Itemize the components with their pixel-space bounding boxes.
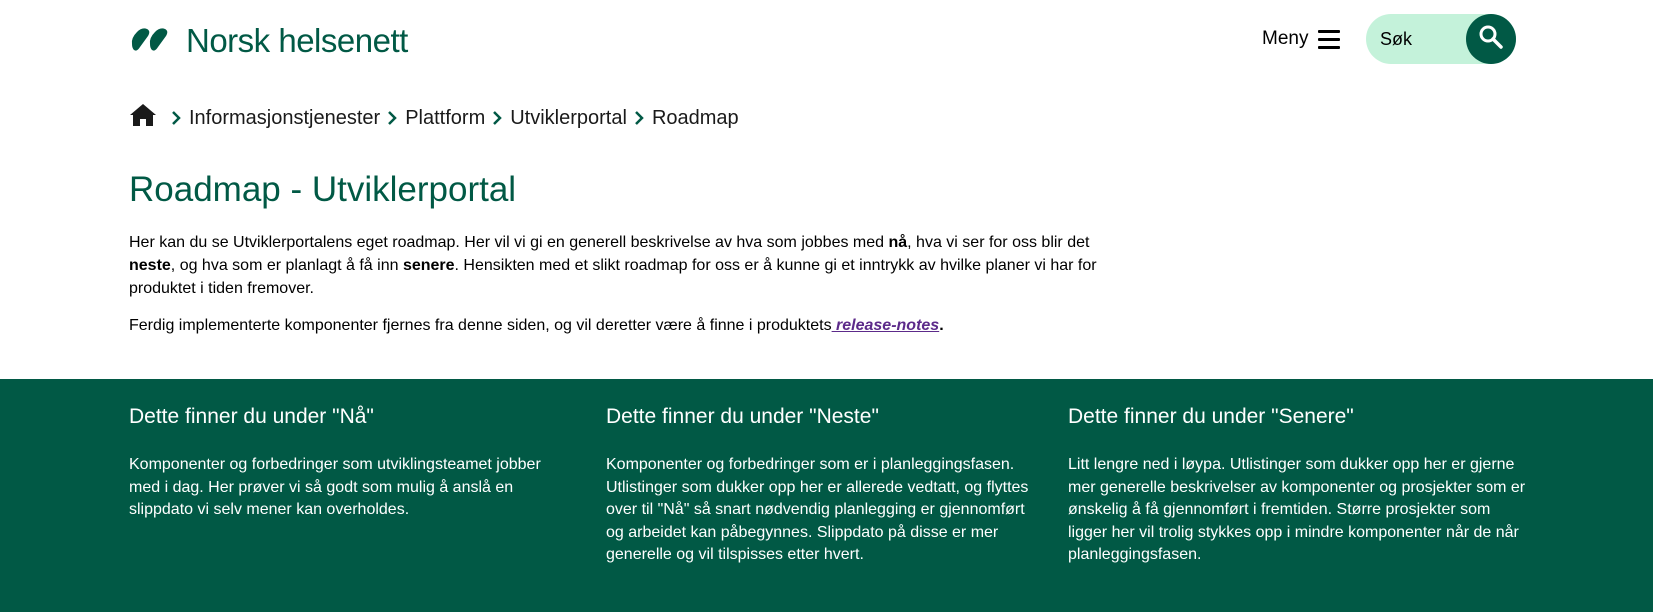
- search-input[interactable]: [1380, 26, 1470, 52]
- breadcrumb-item-informasjonstjenester[interactable]: Informasjonstjenester: [189, 107, 380, 130]
- intro-text-1: Her kan du se Utviklerportalens eget roa…: [129, 234, 889, 251]
- intro-paragraph: Her kan du se Utviklerportalens eget roa…: [129, 231, 1109, 300]
- release-notes-text: Ferdig implementerte komponenter fjernes…: [129, 317, 832, 334]
- legend-title-senere: Dette finner du under "Senere": [1068, 405, 1354, 428]
- intro-bold-senere: senere: [402, 257, 455, 274]
- logo-icon: [129, 26, 174, 54]
- search-box: [1366, 14, 1516, 64]
- legend-text-neste: Komponenter og forbedringer som er i pla…: [606, 456, 1029, 563]
- site-header: Norsk helsenett Meny: [0, 0, 1653, 80]
- release-notes-link[interactable]: release-notes: [832, 317, 939, 334]
- logo-text: Norsk helsenett: [186, 21, 408, 59]
- menu-label: Meny: [1262, 28, 1309, 49]
- roadmap-legend-section: Dette finner du under "Nå" Komponenter o…: [0, 379, 1653, 612]
- chevron-right-icon: [387, 110, 397, 126]
- intro-bold-na: nå: [888, 234, 908, 251]
- breadcrumb-home[interactable]: [129, 103, 157, 133]
- home-icon: [129, 103, 157, 133]
- search-button[interactable]: [1466, 14, 1516, 64]
- legend-title-na: Dette finner du under "Nå": [129, 405, 374, 428]
- page-title: Roadmap - Utviklerportal: [129, 170, 517, 209]
- breadcrumb: Informasjonstjenester Plattform Utvikler…: [129, 104, 739, 132]
- release-notes-period: .: [939, 317, 944, 334]
- intro-bold-neste: neste: [129, 257, 171, 274]
- legend-text-na: Komponenter og forbedringer som utviklin…: [129, 456, 541, 518]
- intro-text-3: , og hva som er planlagt å få inn: [170, 257, 403, 274]
- chevron-right-icon: [634, 110, 644, 126]
- legend-title-neste: Dette finner du under "Neste": [606, 405, 879, 428]
- legend-text-senere: Litt lengre ned i løypa. Utlistinger som…: [1068, 456, 1526, 563]
- chevron-right-icon: [492, 110, 503, 126]
- intro-text-2: , hva vi ser for oss blir det: [907, 234, 1090, 251]
- menu-button[interactable]: Meny: [1262, 26, 1341, 52]
- breadcrumb-item-plattform[interactable]: Plattform: [405, 107, 485, 130]
- release-notes-paragraph: Ferdig implementerte komponenter fjernes…: [129, 314, 1109, 337]
- breadcrumb-item-utviklerportal[interactable]: Utviklerportal: [510, 107, 627, 130]
- logo-link[interactable]: Norsk helsenett: [129, 18, 408, 62]
- breadcrumb-current: Roadmap: [651, 106, 739, 129]
- chevron-right-icon: [171, 110, 181, 126]
- hamburger-icon: [1318, 29, 1341, 49]
- search-icon: [1478, 24, 1504, 55]
